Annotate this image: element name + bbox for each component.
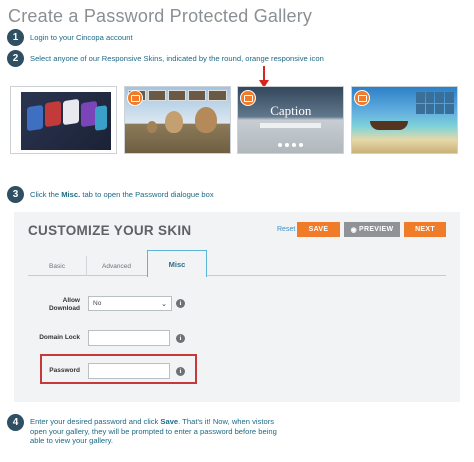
- page-title: Create a Password Protected Gallery: [8, 6, 313, 26]
- skin-gallery: Caption: [10, 86, 458, 154]
- password-input[interactable]: [88, 363, 170, 379]
- step-number: 4: [7, 414, 24, 431]
- tab-basic[interactable]: Basic: [28, 256, 86, 276]
- info-icon[interactable]: i: [176, 299, 185, 308]
- step-number: 1: [7, 29, 24, 46]
- pager-dots: [278, 143, 304, 147]
- thumbnail-grid: [415, 92, 454, 114]
- info-icon[interactable]: i: [176, 334, 185, 343]
- skin-preview-image: [21, 92, 111, 150]
- tab-bar: Basic Advanced Misc: [28, 250, 446, 277]
- responsive-icon: [353, 90, 370, 106]
- step-number: 2: [7, 50, 24, 67]
- step-number: 3: [7, 186, 24, 203]
- step-4-text: Enter your desired password and click Sa…: [30, 417, 277, 445]
- step-1: 1 Login to your Cincopa account: [7, 29, 133, 46]
- skin-thumbnail-4[interactable]: [350, 86, 458, 154]
- chevron-down-icon: ⌄: [161, 301, 167, 308]
- step-2: 2 Select anyone of our Responsive Skins,…: [7, 50, 324, 67]
- skin-thumbnail-2[interactable]: [123, 86, 231, 154]
- tab-advanced[interactable]: Advanced: [86, 256, 146, 276]
- skin-thumbnail-1[interactable]: [10, 86, 117, 154]
- dialog-title: CUSTOMIZE YOUR SKIN: [28, 223, 192, 238]
- step-4-number-wrap: 4: [7, 414, 24, 431]
- next-button[interactable]: NEXT: [404, 222, 446, 237]
- save-button[interactable]: SAVE: [297, 222, 340, 237]
- skin-caption: Caption: [270, 103, 312, 118]
- caption-bar: [260, 123, 322, 128]
- skin-thumbnail-3[interactable]: Caption: [237, 86, 345, 154]
- reset-link[interactable]: Reset: [277, 226, 295, 233]
- customize-skin-dialog: CUSTOMIZE YOUR SKIN Reset SAVE ◉ PREVIEW …: [14, 212, 460, 402]
- info-icon[interactable]: i: [176, 367, 185, 376]
- select-value: No: [93, 300, 102, 307]
- eye-icon: ◉: [350, 226, 358, 234]
- password-label: Password: [49, 367, 80, 374]
- step-3: 3 Click the Misc. tab to open the Passwo…: [7, 186, 214, 203]
- boat-shape: [369, 121, 408, 130]
- domain-lock-input[interactable]: [88, 330, 170, 346]
- step-text: Login to your Cincopa account: [30, 33, 133, 42]
- domain-lock-label: Domain Lock: [39, 334, 80, 341]
- preview-button[interactable]: ◉ PREVIEW: [344, 222, 400, 237]
- allow-download-label: Allow Download: [48, 297, 80, 312]
- allow-download-select[interactable]: No ⌄: [88, 296, 172, 311]
- step-text: Select anyone of our Responsive Skins, i…: [30, 54, 324, 63]
- tab-misc[interactable]: Misc: [147, 250, 207, 277]
- step-text: Click the Misc. tab to open the Password…: [30, 190, 214, 199]
- responsive-icon: [126, 90, 143, 106]
